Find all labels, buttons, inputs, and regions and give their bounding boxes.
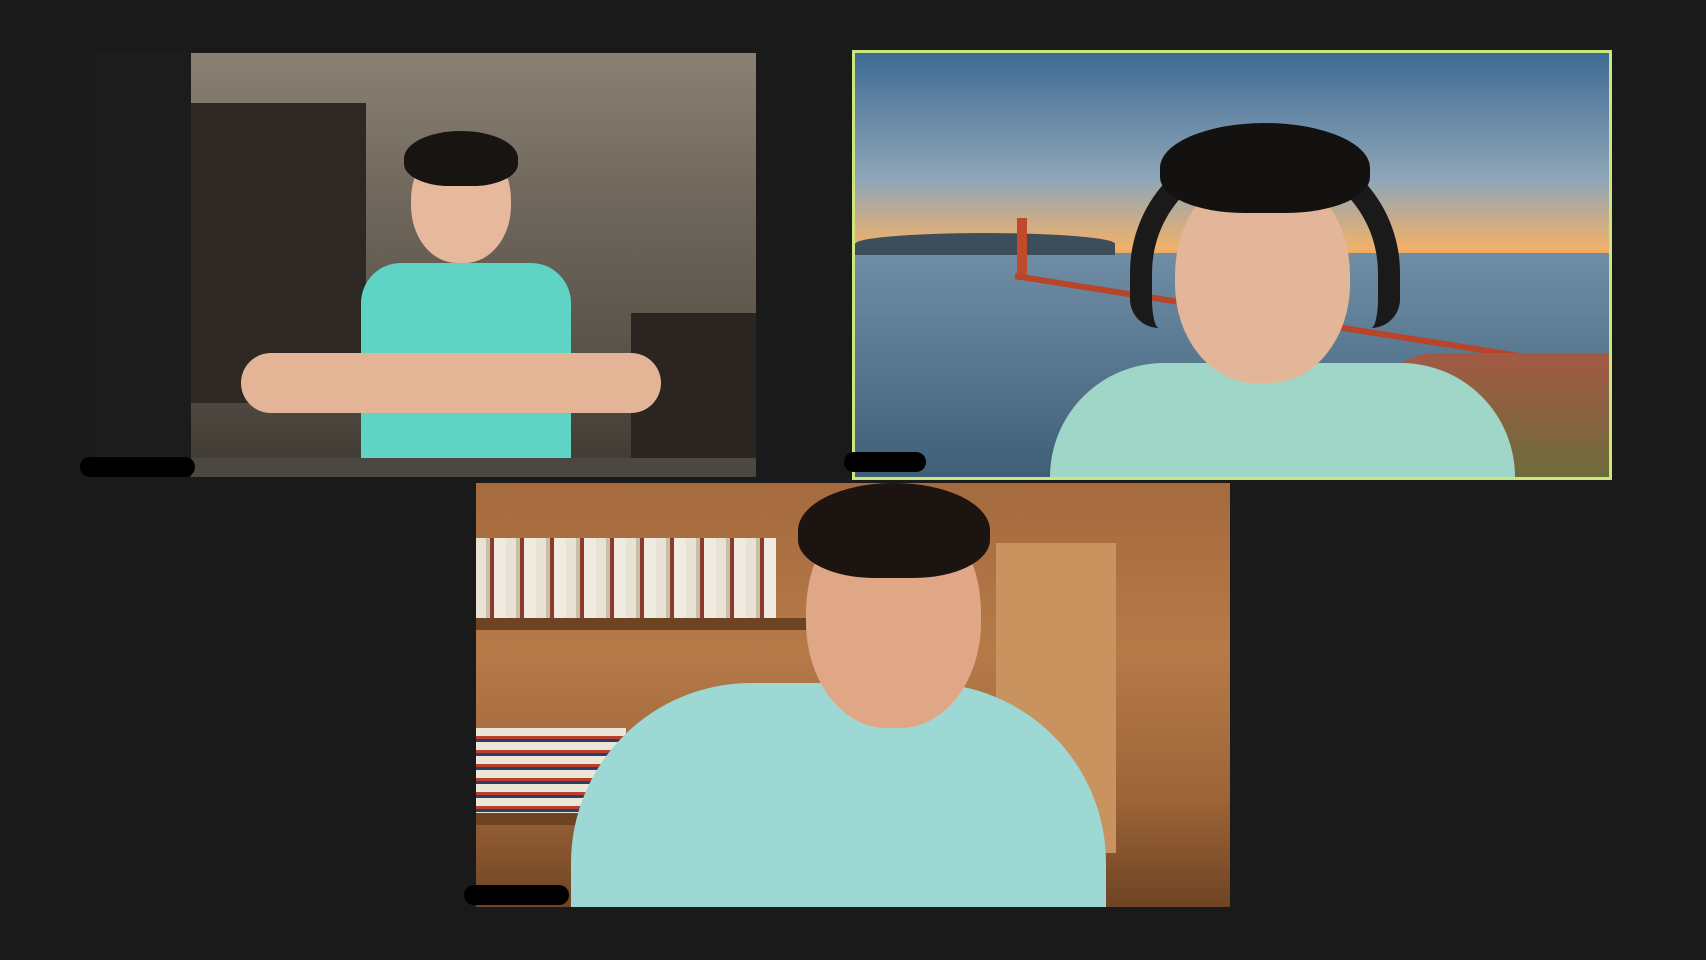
participant-torso: [571, 683, 1106, 907]
participant-arms: [241, 353, 661, 413]
participant-name-label-3: [464, 885, 569, 905]
participant-tile-2[interactable]: [852, 50, 1612, 480]
participant-hair: [404, 131, 518, 186]
participant-name-label-2: [844, 452, 926, 472]
books-top: [476, 538, 776, 618]
video-gallery: [0, 0, 1706, 960]
bookshelf-shelf-top: [476, 618, 826, 630]
participant-hair: [798, 483, 990, 578]
participant-hair: [1160, 123, 1370, 213]
table: [191, 458, 756, 477]
bridge-tower: [1017, 218, 1027, 280]
participant-video-2: [855, 53, 1609, 477]
participant-tile-3[interactable]: [476, 483, 1230, 907]
participant-video-3: [476, 483, 1230, 907]
background-hills: [855, 233, 1115, 255]
participant-video-1: [191, 53, 756, 477]
participant-name-label-1: [80, 457, 195, 477]
participant-tile-1[interactable]: [97, 53, 756, 477]
